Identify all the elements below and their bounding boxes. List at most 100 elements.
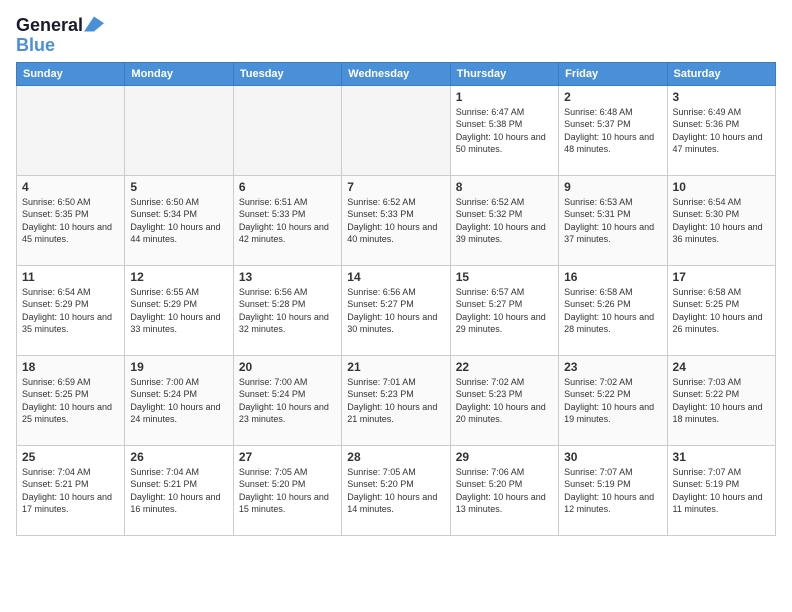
day-info: Sunrise: 7:06 AMSunset: 5:20 PMDaylight:…: [456, 466, 553, 516]
day-info: Sunrise: 7:02 AMSunset: 5:22 PMDaylight:…: [564, 376, 661, 426]
day-cell-30: 30Sunrise: 7:07 AMSunset: 5:19 PMDayligh…: [559, 445, 667, 535]
calendar-table: SundayMondayTuesdayWednesdayThursdayFrid…: [16, 62, 776, 536]
day-number: 15: [456, 270, 553, 284]
day-number: 30: [564, 450, 661, 464]
day-info: Sunrise: 6:48 AMSunset: 5:37 PMDaylight:…: [564, 106, 661, 156]
day-number: 13: [239, 270, 336, 284]
day-cell-4: 4Sunrise: 6:50 AMSunset: 5:35 PMDaylight…: [17, 175, 125, 265]
week-row-2: 4Sunrise: 6:50 AMSunset: 5:35 PMDaylight…: [17, 175, 776, 265]
day-number: 17: [673, 270, 770, 284]
day-info: Sunrise: 6:58 AMSunset: 5:25 PMDaylight:…: [673, 286, 770, 336]
day-number: 21: [347, 360, 444, 374]
day-cell-20: 20 Sunrise: 7:00 AMSunset: 5:24 PMDayligh…: [233, 355, 341, 445]
day-number: 3: [673, 90, 770, 104]
day-number: 31: [673, 450, 770, 464]
page-header: GeneralBlue: [16, 16, 776, 56]
day-cell-27: 27 Sunrise: 7:05 AMSunset: 5:20 PMDayligh…: [233, 445, 341, 535]
day-number: 5: [130, 180, 227, 194]
day-cell-10: 10 Sunrise: 6:54 AMSunset: 5:30 PMDayligh…: [667, 175, 775, 265]
day-cell-3: 3 Sunrise: 6:49 AMSunset: 5:36 PMDaylight…: [667, 85, 775, 175]
day-info: Sunrise: 6:53 AMSunset: 5:31 PMDaylight:…: [564, 196, 661, 246]
day-number: 25: [22, 450, 119, 464]
day-number: 23: [564, 360, 661, 374]
weekday-header-tuesday: Tuesday: [233, 62, 341, 85]
week-row-1: 1Sunrise: 6:47 AMSunset: 5:38 PMDaylight…: [17, 85, 776, 175]
day-info: Sunrise: 6:49 AMSunset: 5:36 PMDaylight:…: [673, 106, 770, 156]
day-number: 20: [239, 360, 336, 374]
day-cell-11: 11 Sunrise: 6:54 AMSunset: 5:29 PMDayligh…: [17, 265, 125, 355]
day-cell-7: 7Sunrise: 6:52 AMSunset: 5:33 PMDaylight…: [342, 175, 450, 265]
day-info: Sunrise: 7:01 AMSunset: 5:23 PMDaylight:…: [347, 376, 444, 426]
logo: GeneralBlue: [16, 16, 104, 56]
week-row-5: 25 Sunrise: 7:04 AMSunset: 5:21 PMDayligh…: [17, 445, 776, 535]
day-cell-21: 21 Sunrise: 7:01 AMSunset: 5:23 PMDayligh…: [342, 355, 450, 445]
day-cell-22: 22Sunrise: 7:02 AMSunset: 5:23 PMDayligh…: [450, 355, 558, 445]
day-number: 2: [564, 90, 661, 104]
empty-cell: [233, 85, 341, 175]
day-number: 16: [564, 270, 661, 284]
day-info: Sunrise: 7:05 AMSunset: 5:20 PMDaylight:…: [347, 466, 444, 516]
weekday-header-thursday: Thursday: [450, 62, 558, 85]
day-cell-18: 18 Sunrise: 6:59 AMSunset: 5:25 PMDayligh…: [17, 355, 125, 445]
day-number: 27: [239, 450, 336, 464]
day-info: Sunrise: 6:52 AMSunset: 5:32 PMDaylight:…: [456, 196, 553, 246]
day-cell-13: 13Sunrise: 6:56 AMSunset: 5:28 PMDayligh…: [233, 265, 341, 355]
weekday-header-wednesday: Wednesday: [342, 62, 450, 85]
day-cell-1: 1Sunrise: 6:47 AMSunset: 5:38 PMDaylight…: [450, 85, 558, 175]
day-number: 19: [130, 360, 227, 374]
day-cell-16: 16 Sunrise: 6:58 AMSunset: 5:26 PMDayligh…: [559, 265, 667, 355]
day-info: Sunrise: 7:03 AMSunset: 5:22 PMDaylight:…: [673, 376, 770, 426]
day-info: Sunrise: 6:57 AMSunset: 5:27 PMDaylight:…: [456, 286, 553, 336]
day-cell-12: 12 Sunrise: 6:55 AMSunset: 5:29 PMDayligh…: [125, 265, 233, 355]
day-info: Sunrise: 7:04 AMSunset: 5:21 PMDaylight:…: [130, 466, 227, 516]
day-cell-23: 23 Sunrise: 7:02 AMSunset: 5:22 PMDayligh…: [559, 355, 667, 445]
day-info: Sunrise: 7:07 AMSunset: 5:19 PMDaylight:…: [673, 466, 770, 516]
weekday-header-saturday: Saturday: [667, 62, 775, 85]
day-number: 9: [564, 180, 661, 194]
week-row-3: 11 Sunrise: 6:54 AMSunset: 5:29 PMDayligh…: [17, 265, 776, 355]
day-number: 12: [130, 270, 227, 284]
day-number: 24: [673, 360, 770, 374]
day-cell-2: 2 Sunrise: 6:48 AMSunset: 5:37 PMDaylight…: [559, 85, 667, 175]
day-info: Sunrise: 6:50 AMSunset: 5:35 PMDaylight:…: [22, 196, 119, 246]
day-number: 22: [456, 360, 553, 374]
day-info: Sunrise: 6:54 AMSunset: 5:29 PMDaylight:…: [22, 286, 119, 336]
day-info: Sunrise: 7:00 AMSunset: 5:24 PMDaylight:…: [239, 376, 336, 426]
day-cell-31: 31 Sunrise: 7:07 AMSunset: 5:19 PMDayligh…: [667, 445, 775, 535]
day-info: Sunrise: 6:54 AMSunset: 5:30 PMDaylight:…: [673, 196, 770, 246]
day-info: Sunrise: 6:50 AMSunset: 5:34 PMDaylight:…: [130, 196, 227, 246]
weekday-header-monday: Monday: [125, 62, 233, 85]
day-number: 14: [347, 270, 444, 284]
day-cell-29: 29 Sunrise: 7:06 AMSunset: 5:20 PMDayligh…: [450, 445, 558, 535]
day-number: 18: [22, 360, 119, 374]
day-number: 11: [22, 270, 119, 284]
logo-text: GeneralBlue: [16, 16, 104, 56]
day-info: Sunrise: 7:04 AMSunset: 5:21 PMDaylight:…: [22, 466, 119, 516]
day-info: Sunrise: 6:52 AMSunset: 5:33 PMDaylight:…: [347, 196, 444, 246]
day-cell-8: 8 Sunrise: 6:52 AMSunset: 5:32 PMDaylight…: [450, 175, 558, 265]
day-number: 26: [130, 450, 227, 464]
day-number: 29: [456, 450, 553, 464]
day-number: 8: [456, 180, 553, 194]
day-info: Sunrise: 6:55 AMSunset: 5:29 PMDaylight:…: [130, 286, 227, 336]
day-cell-9: 9 Sunrise: 6:53 AMSunset: 5:31 PMDaylight…: [559, 175, 667, 265]
day-cell-5: 5 Sunrise: 6:50 AMSunset: 5:34 PMDaylight…: [125, 175, 233, 265]
day-info: Sunrise: 6:58 AMSunset: 5:26 PMDaylight:…: [564, 286, 661, 336]
day-cell-6: 6Sunrise: 6:51 AMSunset: 5:33 PMDaylight…: [233, 175, 341, 265]
empty-cell: [342, 85, 450, 175]
day-info: Sunrise: 7:05 AMSunset: 5:20 PMDaylight:…: [239, 466, 336, 516]
day-info: Sunrise: 6:56 AMSunset: 5:27 PMDaylight:…: [347, 286, 444, 336]
day-cell-17: 17 Sunrise: 6:58 AMSunset: 5:25 PMDayligh…: [667, 265, 775, 355]
header-row: SundayMondayTuesdayWednesdayThursdayFrid…: [17, 62, 776, 85]
day-number: 10: [673, 180, 770, 194]
day-cell-19: 19 Sunrise: 7:00 AMSunset: 5:24 PMDayligh…: [125, 355, 233, 445]
day-info: Sunrise: 6:47 AMSunset: 5:38 PMDaylight:…: [456, 106, 553, 156]
day-cell-26: 26 Sunrise: 7:04 AMSunset: 5:21 PMDayligh…: [125, 445, 233, 535]
day-info: Sunrise: 6:59 AMSunset: 5:25 PMDaylight:…: [22, 376, 119, 426]
day-cell-15: 15 Sunrise: 6:57 AMSunset: 5:27 PMDayligh…: [450, 265, 558, 355]
weekday-header-friday: Friday: [559, 62, 667, 85]
day-info: Sunrise: 6:51 AMSunset: 5:33 PMDaylight:…: [239, 196, 336, 246]
weekday-header-sunday: Sunday: [17, 62, 125, 85]
day-info: Sunrise: 7:00 AMSunset: 5:24 PMDaylight:…: [130, 376, 227, 426]
week-row-4: 18 Sunrise: 6:59 AMSunset: 5:25 PMDayligh…: [17, 355, 776, 445]
